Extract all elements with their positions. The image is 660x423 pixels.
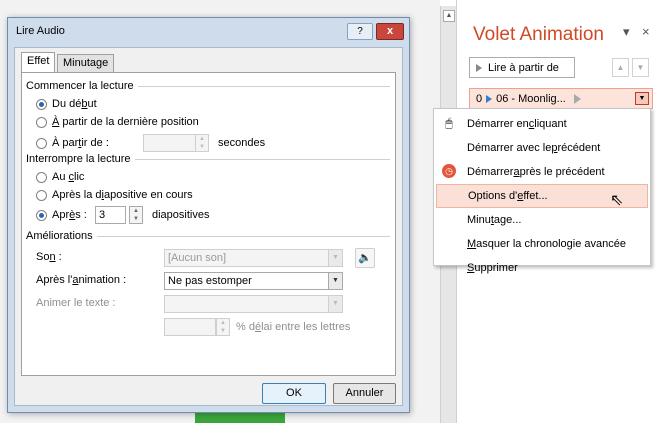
play-from-button[interactable]: Lire à partir de (469, 57, 575, 78)
cancel-button[interactable]: Annuler (333, 383, 396, 404)
after-slides-input[interactable]: 3 (95, 206, 126, 224)
animation-index: 0 (476, 92, 483, 105)
radio-button[interactable] (36, 116, 47, 128)
menu-item-label-post: upprimer (474, 262, 518, 274)
sound-label: Son : (36, 251, 62, 263)
group-title: Commencer la lecture (26, 80, 134, 92)
radio-button[interactable] (36, 137, 47, 149)
chevron-down-icon: ▼ (328, 296, 342, 312)
menu-item-label-pre: Minu (467, 214, 491, 226)
pane-options-icon[interactable]: ▾ (623, 24, 630, 40)
media-play-icon (486, 94, 493, 103)
radio-after-slides[interactable]: Après : 3 ▲ ▼ diapositives (36, 206, 209, 224)
tab-effect[interactable]: Effet (21, 52, 56, 73)
menu-item-delete[interactable]: Supprimer (436, 256, 648, 280)
radio-from-time[interactable]: À partir de : ▲ ▼ secondes (36, 134, 265, 152)
letter-delay-input[interactable] (164, 318, 216, 336)
after-slides-spinner[interactable]: ▲ ▼ (129, 206, 143, 224)
radio-from-beginning[interactable]: Du début (36, 98, 97, 110)
radio-from-last-position[interactable]: À partir de la dernière position (36, 116, 199, 128)
radio-on-click[interactable]: Au clic (36, 171, 84, 183)
sound-select[interactable]: [Aucun son] ▼ (164, 249, 343, 267)
chevron-down-icon: ▼ (328, 250, 342, 266)
menu-item-label-pre: Démarrer en (467, 118, 529, 130)
effect-tab-panel: Commencer la lecture Du début À partir d… (21, 72, 396, 376)
ok-button[interactable]: OK (262, 383, 326, 404)
radio-label: Après : (52, 209, 87, 221)
move-down-button[interactable]: ▼ (632, 58, 649, 77)
sound-select-value: [Aucun son] (168, 252, 227, 264)
group-title: Améliorations (26, 230, 93, 242)
pane-close-icon[interactable]: × (642, 24, 650, 39)
mouse-pointer-icon: ⇖ (610, 192, 624, 209)
radio-label: Après la diapositive en cours (52, 189, 193, 201)
radio-after-current-slide[interactable]: Après la diapositive en cours (36, 189, 193, 201)
menu-item-start-on-click[interactable]: 🖱 Démarrer en c liquant (436, 112, 648, 136)
after-animation-value: Ne pas estomper (168, 275, 252, 287)
menu-item-label-pre: Options d' (468, 190, 518, 202)
chevron-down-icon: ▼ (328, 273, 342, 289)
after-animation-label: Après l'animation : (36, 274, 127, 286)
help-button[interactable]: ? (347, 23, 373, 40)
animate-text-label: Animer le texte : (36, 297, 116, 309)
menu-item-label-post: liquant (534, 118, 567, 130)
mouse-icon: 🖱 (445, 116, 453, 130)
animation-list-item[interactable]: 0 06 - Moonlig... ▼ (469, 88, 653, 109)
menu-item-label-post: ffet... (523, 190, 548, 202)
menu-item-label-post: age... (493, 214, 522, 226)
menu-item-label-pre: Démarrer avec le (467, 142, 552, 154)
animate-text-select[interactable]: ▼ (164, 295, 343, 313)
radio-button[interactable] (36, 98, 47, 110)
menu-item-start-with-previous[interactable]: Démarrer avec le p récédent (436, 136, 648, 160)
start-seconds-input[interactable] (143, 134, 196, 152)
menu-item-accel-key: M (467, 238, 477, 250)
letter-delay-label: % délai entre les lettres (236, 321, 351, 333)
group-enhancements: Améliorations (26, 230, 390, 242)
after-animation-select[interactable]: Ne pas estomper ▼ (164, 272, 343, 290)
menu-item-hide-timeline[interactable]: Masquer la chronologie avancée (436, 232, 648, 256)
context-menu: 🖱 Démarrer en c liquant Démarrer avec le … (433, 108, 651, 274)
seconds-unit-label: secondes (218, 137, 266, 149)
menu-item-label-post: asquer la chronologie avancée (476, 238, 626, 250)
menu-item-label-post: près le précédent (519, 166, 605, 178)
group-start-playback: Commencer la lecture (26, 80, 390, 92)
scroll-up-icon[interactable]: ▲ (443, 10, 455, 22)
item-dropdown-button[interactable]: ▼ (635, 92, 649, 105)
group-stop-playback: Interrompre la lecture (26, 153, 390, 165)
menu-item-label-post: récédent (557, 142, 601, 154)
menu-item-start-after-previous[interactable]: ◷ Démarrer a près le précédent (436, 160, 648, 184)
slides-unit-label: diapositives (152, 209, 210, 221)
menu-item-label-pre: Démarrer (467, 166, 514, 178)
speaker-icon[interactable]: 🔈 (355, 248, 375, 268)
radio-label: Au clic (52, 171, 85, 183)
clock-icon: ◷ (442, 164, 456, 178)
timeline-bar-icon (573, 93, 581, 104)
letter-delay-spinner[interactable]: ▲ ▼ (216, 318, 230, 336)
radio-button[interactable] (36, 209, 47, 221)
radio-button[interactable] (36, 171, 47, 183)
dialog-title: Lire Audio (16, 25, 65, 37)
radio-label: À partir de la dernière position (52, 116, 199, 128)
menu-item-accel-key: S (467, 262, 475, 274)
group-title: Interrompre la lecture (26, 153, 131, 165)
dialog-body: Effet Minutage Commencer la lecture Du d… (14, 47, 403, 406)
play-audio-dialog: Lire Audio ? x Effet Minutage Commencer … (7, 17, 410, 413)
radio-label: À partir de : (52, 137, 109, 149)
animation-item-label: 06 - Moonlig... (496, 92, 566, 105)
start-seconds-spinner[interactable]: ▲ ▼ (195, 134, 209, 152)
play-from-label: Lire à partir de (488, 61, 559, 74)
radio-label: Du début (52, 98, 97, 110)
play-icon (476, 63, 482, 72)
move-up-button[interactable]: ▲ (612, 58, 629, 77)
menu-item-timing[interactable]: Minu t age... (436, 208, 648, 232)
radio-button[interactable] (36, 189, 47, 201)
tab-timing[interactable]: Minutage (57, 54, 115, 72)
close-button[interactable]: x (376, 23, 404, 40)
pane-title: Volet Animation (473, 24, 604, 45)
